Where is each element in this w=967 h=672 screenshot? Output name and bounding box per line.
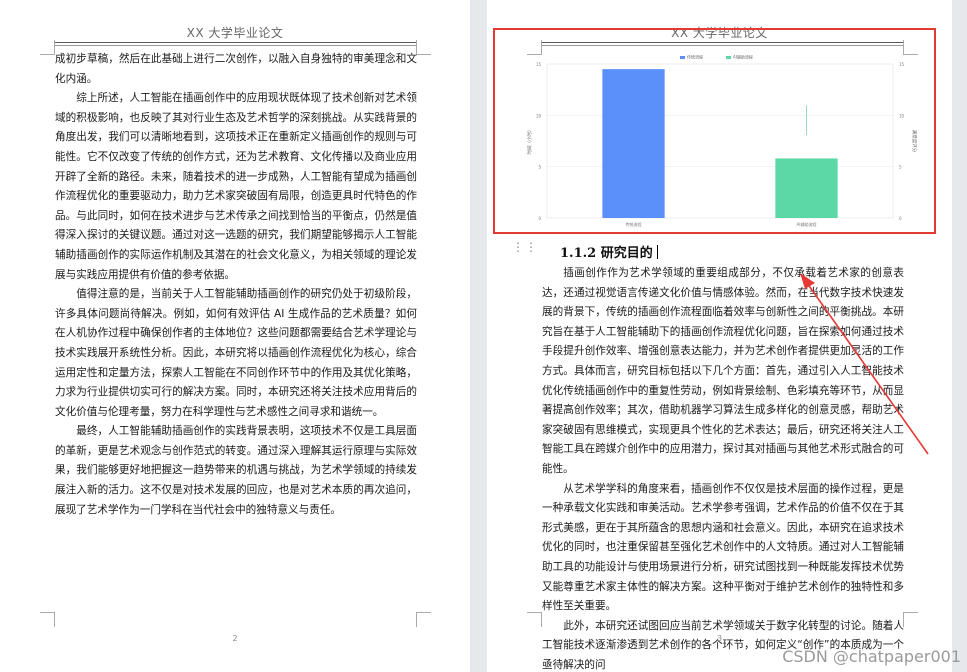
paragraph[interactable]: 插画创作作为艺术学领域的重要组成部分，不仅承载着艺术家的创意表达，还通过视觉语言…	[542, 264, 904, 480]
header-rule	[55, 42, 417, 43]
crop-mark-bottom-right	[903, 612, 918, 627]
crop-mark-bottom-left	[527, 612, 542, 627]
paragraph[interactable]: 从艺术学学科的角度来看，插画创作不仅仅是技术层面的操作过程，更是一种承载文化实践…	[542, 480, 904, 617]
section-heading[interactable]: 1.1.2 研究目的	[560, 242, 659, 261]
crop-mark-bottom-left	[40, 612, 55, 627]
page-number: 2	[232, 634, 238, 643]
document-page-2[interactable]: XX 大学毕业论文 成初步草稿，然后在此基础上进行二次创作，以融入自身独特的审美…	[0, 0, 470, 672]
watermark: CSDN @chatpaper001	[782, 647, 961, 666]
section-heading-text: 1.1.2 研究目的	[560, 246, 653, 261]
drag-handle-icon[interactable]: ⋮⋮	[512, 241, 538, 253]
body-text[interactable]: 插画创作作为艺术学领域的重要组成部分，不仅承载着艺术家的创意表达，还通过视觉语言…	[542, 264, 904, 672]
page-number: 3	[716, 634, 723, 643]
paragraph[interactable]: 综上所述，人工智能在插画创作中的应用现状既体现了技术创新对艺术领域的积极影响，也…	[55, 89, 417, 285]
crop-mark-top-left	[40, 40, 55, 55]
page-header-title: XX 大学毕业论文	[186, 26, 284, 40]
document-page-3[interactable]: XX 大学毕业论文 0 5 10 15 0 5 10 15 时间（小时） 满意度评分 传统流程 AI辅…	[487, 0, 952, 672]
crop-mark-top-right	[416, 40, 431, 55]
body-text[interactable]: 成初步草稿，然后在此基础上进行二次创作，以融入自身独特的审美理念和文化内涵。 综…	[55, 50, 417, 520]
crop-mark-bottom-right	[416, 612, 431, 627]
paragraph[interactable]: 成初步草稿，然后在此基础上进行二次创作，以融入自身独特的审美理念和文化内涵。	[55, 50, 417, 89]
header-rule-secondary	[55, 45, 417, 46]
text-cursor	[656, 245, 659, 259]
highlight-box	[493, 28, 936, 234]
paragraph[interactable]: 最终，人工智能辅助插画创作的实践背景表明，这项技术不仅是工具层面的革新，更是艺术…	[55, 422, 417, 520]
paragraph[interactable]: 值得注意的是，当前关于人工智能辅助插画创作的研究仍处于初级阶段，许多具体问题尚待…	[55, 285, 417, 422]
